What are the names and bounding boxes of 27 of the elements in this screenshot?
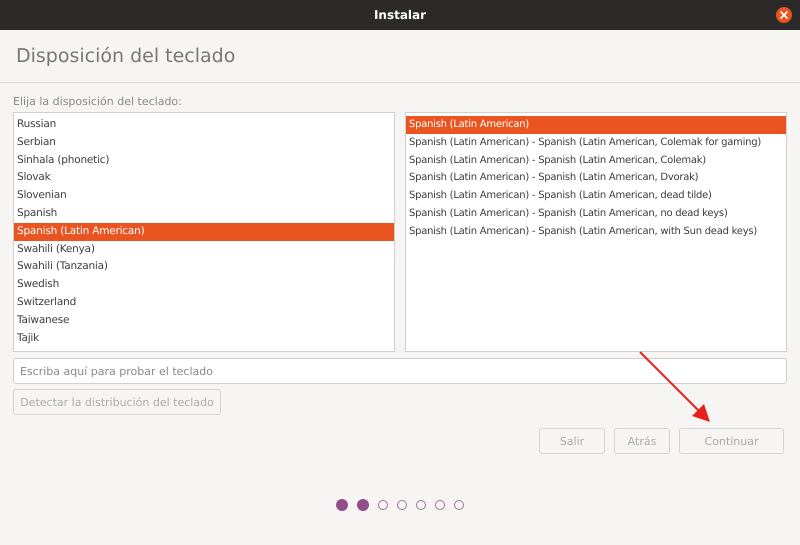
close-icon	[779, 10, 789, 20]
layout-item[interactable]: Swahili (Kenya)	[14, 240, 394, 258]
window-title: Instalar	[374, 8, 426, 22]
variant-item[interactable]: Spanish (Latin American) - Spanish (Latin American, dead tilde)	[406, 187, 786, 205]
layout-item[interactable]: Swahili (Tanzania)	[14, 258, 394, 276]
layout-item[interactable]: Sinhala (phonetic)	[14, 152, 394, 170]
layout-item[interactable]: Spanish (Latin American)	[14, 222, 394, 241]
layout-item[interactable]: Slovak	[14, 169, 394, 188]
variant-item[interactable]: Spanish (Latin American)	[406, 116, 786, 134]
variant-item[interactable]: Spanish (Latin American) - Spanish (Latin American, Colemak for gaming)	[406, 134, 786, 152]
layout-item[interactable]: Spanish	[14, 204, 394, 223]
test-input-field[interactable]: Escriba aquí para probar el teclado	[13, 358, 787, 384]
variant-item[interactable]: Spanish (Latin American) - Spanish (Latin American, no dead keys)	[406, 204, 786, 223]
layout-item[interactable]: Russian	[14, 116, 394, 134]
layout-item[interactable]: Slovenian	[14, 187, 394, 205]
list-label: Elija la disposición del teclado:	[13, 95, 183, 108]
annotation-arrow	[639, 351, 710, 422]
layout-item[interactable]: Switzerland	[14, 294, 394, 312]
variant-item[interactable]: Spanish (Latin American) - Spanish (Latin American, Dvorak)	[406, 169, 786, 188]
close-button[interactable]	[776, 7, 792, 23]
layout-item[interactable]: Serbian	[14, 134, 394, 152]
layout-item[interactable]: Tajik	[14, 330, 394, 348]
variant-item[interactable]: Spanish (Latin American) - Spanish (Latin American, Colemak)	[406, 152, 786, 170]
page-heading: Disposición del teclado	[16, 45, 236, 67]
layout-item[interactable]: Swedish	[14, 276, 394, 294]
layout-item[interactable]: Taiwanese	[14, 312, 394, 330]
variant-item[interactable]: Spanish (Latin American) - Spanish (Latin American, with Sun dead keys)	[406, 222, 786, 241]
